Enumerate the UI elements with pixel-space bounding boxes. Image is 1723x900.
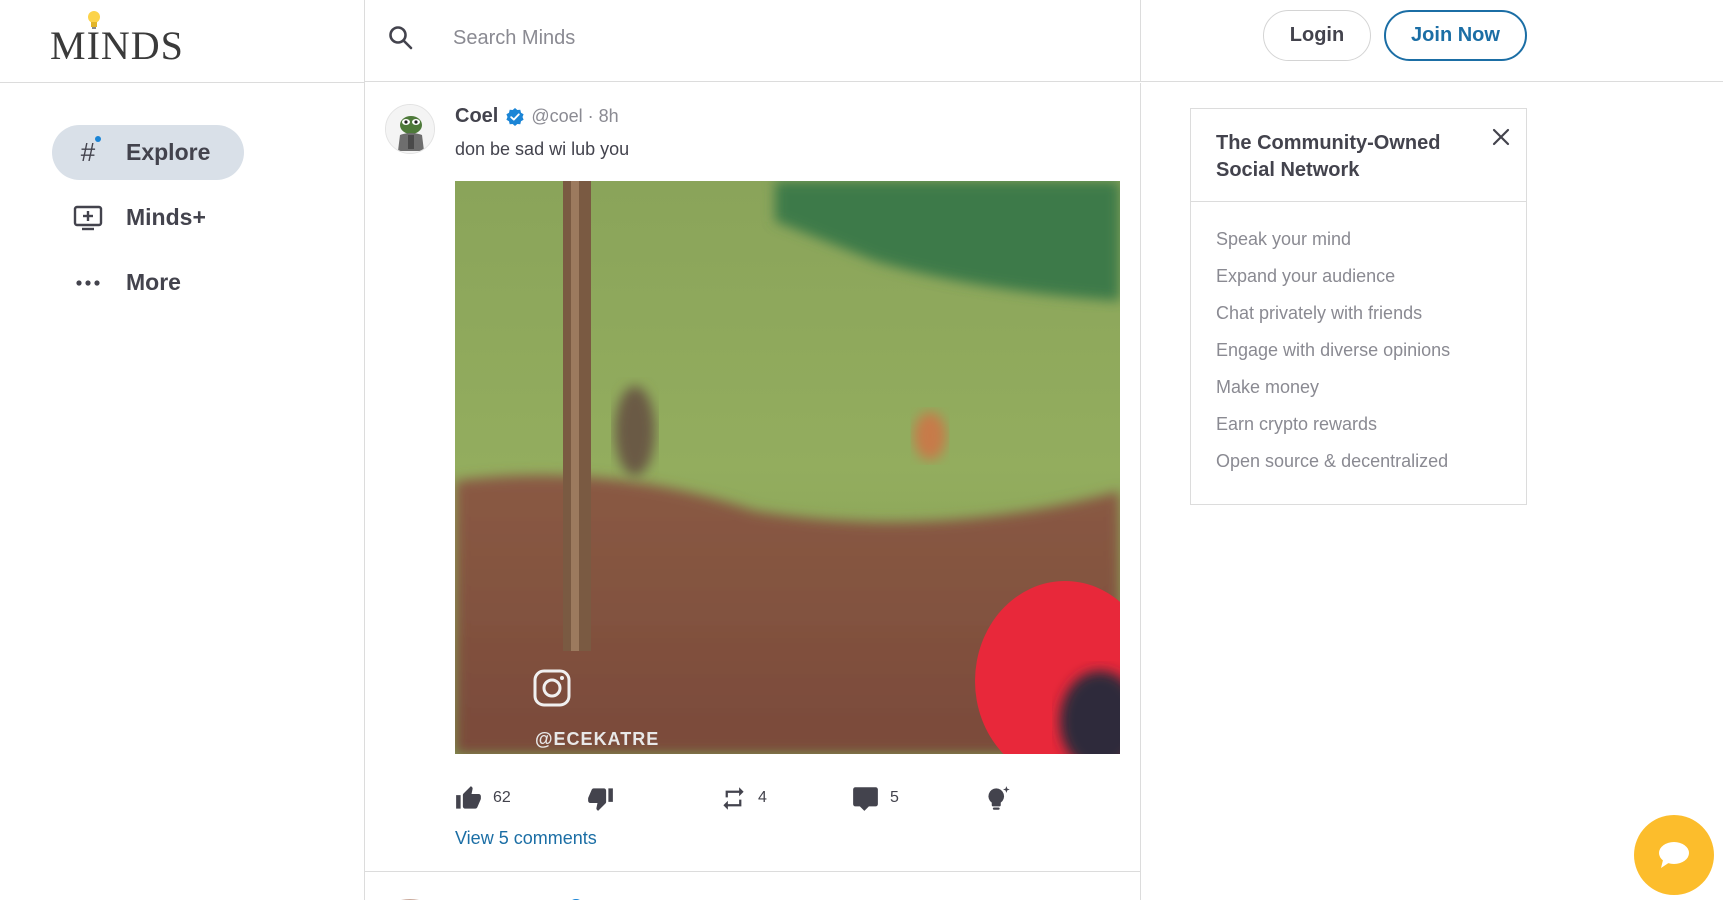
more-dots-icon (72, 269, 104, 297)
comment-button[interactable]: 5 (852, 778, 899, 818)
sidebar-item-minds-plus[interactable]: Minds+ (52, 190, 244, 245)
post-header: Coel @coel · 8h (455, 105, 619, 128)
thumbs-up-icon (456, 785, 481, 809)
boost-button[interactable] (985, 778, 1012, 818)
sidebar-item-label: Explore (126, 139, 211, 165)
logo-text: MINDS (50, 23, 184, 68)
sidebar-item-explore[interactable]: # Explore (52, 125, 244, 180)
upvote-count: 62 (493, 789, 511, 806)
post-divider (365, 871, 1141, 872)
lightbulb-boost-icon (988, 785, 1010, 810)
post-author[interactable]: Coel (455, 105, 498, 128)
search-icon[interactable] (387, 24, 415, 52)
login-button[interactable]: Login (1263, 10, 1371, 61)
promo-feature: Earn crypto rewards (1216, 414, 1378, 434)
downvote-button[interactable] (587, 778, 614, 818)
chat-bubble-icon (1659, 842, 1689, 868)
remind-count: 4 (758, 789, 767, 806)
hashtag-icon: # (72, 136, 104, 167)
sidebar-item-label: Minds+ (126, 204, 206, 230)
top-bar: Login Join Now (365, 0, 1723, 82)
verified-badge-icon (506, 107, 524, 126)
minds-plus-icon (72, 204, 104, 232)
next-post-preview (385, 889, 785, 900)
promo-feature: Engage with diverse opinions (1216, 340, 1451, 360)
left-sidebar: MINDS # Explore Minds+ More (0, 0, 365, 900)
search-bar (365, 0, 1141, 82)
minds-logo[interactable]: MINDS (50, 10, 200, 66)
promo-feature: Open source & decentralized (1216, 451, 1449, 471)
promo-feature: Make money (1216, 377, 1320, 397)
upvote-button[interactable]: 62 (455, 778, 511, 818)
repeat-icon (723, 786, 744, 810)
comment-icon (853, 786, 878, 811)
search-input[interactable] (453, 20, 1053, 56)
chat-button[interactable] (1634, 815, 1714, 895)
media-watermark: @ECEKATRE (535, 729, 660, 749)
post-handle-timestamp[interactable]: @coel · 8h (531, 106, 618, 127)
remind-button[interactable]: 4 (720, 778, 767, 818)
sidebar-nav: # Explore Minds+ More (52, 125, 244, 320)
header-divider (0, 82, 365, 83)
promo-feature: Chat privately with friends (1216, 303, 1423, 323)
promo-feature-list: Speak your mind Expand your audience Cha… (1216, 228, 1450, 487)
close-icon[interactable] (1489, 125, 1513, 149)
comment-count: 5 (890, 789, 899, 806)
thumbs-down-icon (588, 787, 613, 811)
post-actions: 62 4 5 (455, 778, 1120, 818)
post-video[interactable]: @ECEKATRE (455, 181, 1120, 754)
sidebar-item-more[interactable]: More (52, 255, 244, 310)
promo-feature: Expand your audience (1216, 266, 1396, 286)
feed: Coel @coel · 8h don be sad wi lub you @E… (365, 83, 1141, 900)
join-now-button[interactable]: Join Now (1384, 10, 1527, 61)
community-promo-card: The Community-Owned Social Network Speak… (1190, 108, 1527, 505)
post-text: don be sad wi lub you (455, 139, 630, 159)
avatar[interactable] (385, 104, 435, 154)
view-comments-link[interactable]: View 5 comments (455, 828, 597, 849)
promo-title: The Community-Owned Social Network (1216, 132, 1441, 181)
promo-feature: Speak your mind (1216, 229, 1352, 249)
notification-dot (95, 136, 102, 142)
sidebar-item-label: More (126, 269, 181, 295)
promo-divider (1191, 201, 1526, 202)
